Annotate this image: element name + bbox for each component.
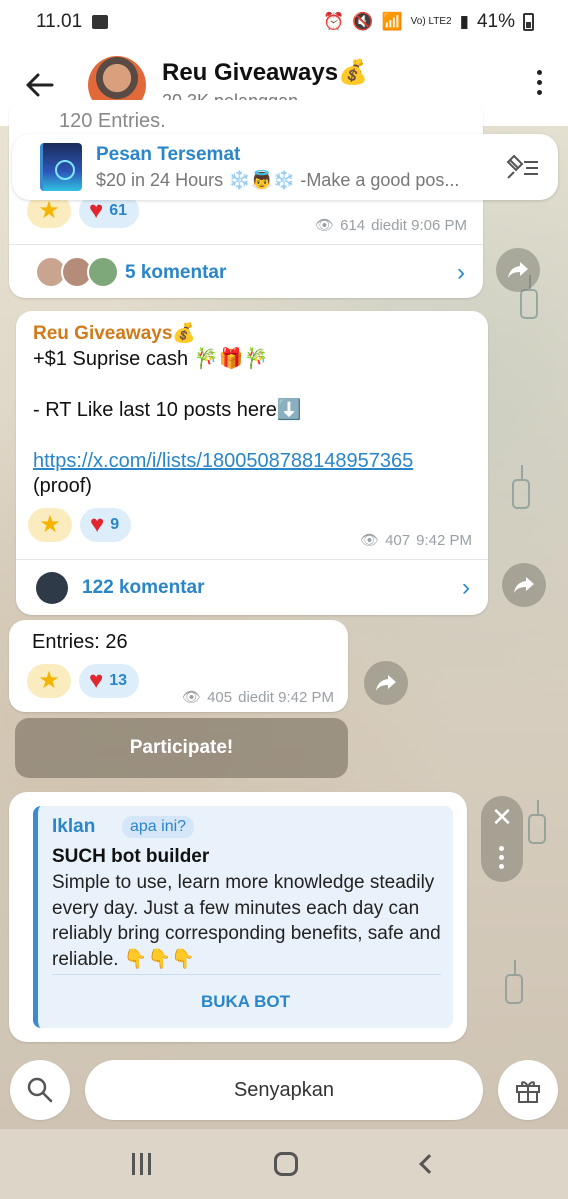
- home-icon[interactable]: [274, 1152, 299, 1176]
- reaction-count: 13: [109, 672, 128, 689]
- more-vertical-icon[interactable]: [499, 846, 504, 869]
- avatar: [87, 255, 119, 288]
- gift-button[interactable]: [498, 1060, 558, 1120]
- battery-percent: 41%: [476, 11, 515, 32]
- gift-icon: [516, 1081, 540, 1103]
- wifi-icon: 📶: [381, 12, 403, 31]
- participate-button[interactable]: Participate!: [15, 718, 348, 778]
- comments-link[interactable]: 122 komentar ›: [16, 559, 488, 615]
- message-meta: 👁 407 9:42 PM: [360, 531, 472, 550]
- view-count: 614: [340, 216, 366, 234]
- star-icon: ★: [38, 197, 60, 224]
- system-nav-bar: [0, 1129, 568, 1199]
- comments-label: 122 komentar: [82, 576, 205, 598]
- star-icon: ★: [39, 511, 61, 538]
- reaction-star[interactable]: ★: [27, 664, 71, 698]
- message-text: Entries: 26: [32, 631, 128, 653]
- lantern-decoration: [505, 960, 523, 1004]
- pinned-thumbnail: [40, 143, 82, 191]
- message-line: - RT Like last 10 posts here⬇️: [33, 399, 302, 421]
- ad-info-link[interactable]: apa ini?: [122, 816, 195, 838]
- share-arrow-icon[interactable]: [496, 248, 540, 292]
- message-link[interactable]: https://x.com/i/lists/180050878814895736…: [33, 449, 413, 474]
- pinned-title: Pesan Tersemat: [96, 143, 241, 165]
- chevron-right-icon: ›: [462, 573, 470, 601]
- avatar: [36, 571, 68, 604]
- battery-icon: [523, 13, 534, 31]
- message-meta: 👁 405 diedit 9:42 PM: [182, 688, 334, 707]
- ad-title: SUCH bot builder: [52, 846, 210, 867]
- status-bar: 11.01 ⏰ 🔇 📶 Vo) LTE2 ▮ 41%: [0, 0, 568, 44]
- heart-icon: ♥: [90, 511, 105, 538]
- network-label: Vo) LTE2: [410, 16, 452, 27]
- heart-icon: ♥: [89, 197, 104, 224]
- message-meta: 👁 614 diedit 9:06 PM: [315, 216, 467, 235]
- message-time: 9:42 PM: [416, 531, 472, 549]
- reaction-count: 61: [109, 202, 128, 219]
- comments-link[interactable]: 5 komentar ›: [9, 244, 483, 300]
- edited-time: diedit 9:06 PM: [371, 216, 467, 234]
- recent-apps-icon[interactable]: [131, 1153, 151, 1175]
- eye-icon: 👁: [182, 689, 202, 706]
- open-bot-button[interactable]: BUKA BOT: [38, 992, 453, 1012]
- pinned-message-bar[interactable]: Pesan Tersemat $20 in 24 Hours ❄️👼❄️ -Ma…: [12, 134, 558, 200]
- more-vertical-icon[interactable]: [537, 70, 542, 95]
- sponsored-message: Iklan apa ini? SUCH bot builder Simple t…: [9, 792, 467, 1042]
- share-arrow-icon[interactable]: [364, 661, 408, 705]
- message-bubble: Entries: 26 ★ ♥ 13 👁 405 diedit 9:42 PM: [9, 620, 348, 712]
- status-time: 11.01: [36, 11, 83, 32]
- lantern-decoration: [528, 800, 546, 844]
- heart-icon: ♥: [89, 667, 104, 694]
- ad-actions: ✕: [481, 796, 523, 882]
- back-arrow-icon[interactable]: [22, 67, 58, 103]
- lantern-decoration: [512, 465, 530, 509]
- message-text: 120 Entries.: [59, 110, 166, 132]
- close-icon[interactable]: ✕: [481, 802, 523, 833]
- view-count: 405: [207, 688, 233, 706]
- mute-icon: 🔇: [352, 12, 374, 31]
- search-icon: [27, 1077, 53, 1103]
- message-line: (proof): [33, 475, 92, 497]
- eye-icon: 👁: [360, 532, 380, 549]
- star-icon: ★: [38, 667, 60, 694]
- reaction-count: 9: [110, 516, 120, 533]
- commenter-avatars: [35, 255, 125, 290]
- gallery-notification-icon: [92, 15, 109, 29]
- chevron-right-icon: ›: [457, 258, 465, 286]
- pinned-list-icon[interactable]: [506, 154, 540, 185]
- lantern-decoration: [520, 275, 538, 319]
- alarm-icon: ⏰: [323, 12, 345, 31]
- reaction-heart[interactable]: ♥ 13: [79, 664, 140, 698]
- ad-card: Iklan apa ini? SUCH bot builder Simple t…: [33, 806, 453, 1028]
- mute-button[interactable]: Senyapkan: [85, 1060, 483, 1120]
- ad-label: Iklan: [52, 816, 96, 837]
- pinned-preview: $20 in 24 Hours ❄️👼❄️ -Make a good pos..…: [96, 169, 460, 190]
- eye-icon: 👁: [315, 217, 335, 234]
- ad-body: Simple to use, learn more knowledge stea…: [52, 872, 441, 970]
- back-icon[interactable]: [419, 1154, 440, 1174]
- reaction-heart[interactable]: ♥ 9: [80, 508, 132, 542]
- channel-title: Reu Giveaways💰: [162, 59, 368, 86]
- divider: [52, 974, 441, 975]
- message-line: +$1 Suprise cash 🎋🎁🎋: [33, 348, 269, 370]
- search-button[interactable]: [10, 1060, 70, 1120]
- signal-icon: ▮: [459, 12, 469, 31]
- message-sender: Reu Giveaways💰: [33, 323, 197, 344]
- comments-label: 5 komentar: [125, 261, 227, 283]
- share-arrow-icon[interactable]: [502, 563, 546, 607]
- edited-time: diedit 9:42 PM: [238, 688, 334, 706]
- reaction-star[interactable]: ★: [28, 508, 72, 542]
- view-count: 407: [385, 531, 411, 549]
- message-bubble: Reu Giveaways💰 +$1 Suprise cash 🎋🎁🎋 - RT…: [16, 311, 488, 615]
